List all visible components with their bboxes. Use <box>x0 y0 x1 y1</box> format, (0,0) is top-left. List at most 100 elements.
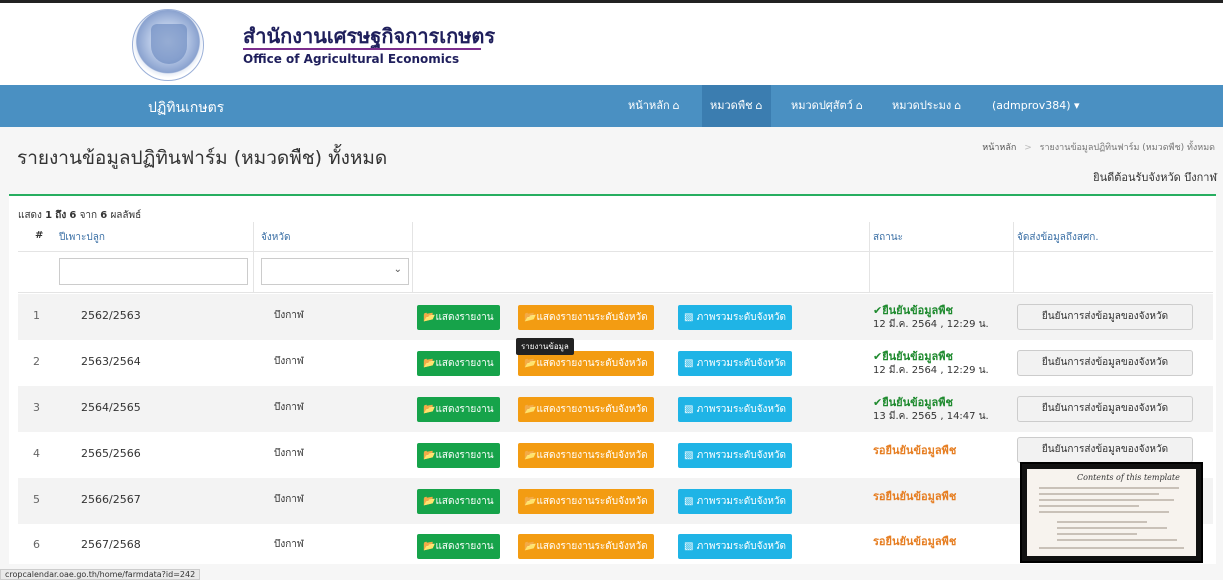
row-year: 2565/2566 <box>81 447 141 460</box>
column-divider <box>253 222 254 292</box>
folder-icon: 📂 <box>423 496 436 507</box>
preview-text-line <box>1057 521 1147 523</box>
folder-icon: 📂 <box>524 358 537 369</box>
nav-crops[interactable]: หมวดพืช ⌂ <box>702 85 771 127</box>
folder-icon: 📂 <box>423 541 436 552</box>
navbar-brand[interactable]: ปฏิทินเกษตร <box>148 97 224 119</box>
row-province: บึงกาฬ <box>274 494 304 505</box>
province-report-label: แสดงรายงานระดับจังหวัด <box>536 450 648 461</box>
province-overview-button[interactable]: ▧ ภาพรวมระดับจังหวัด <box>678 489 793 514</box>
show-report-label: แสดงรายงาน <box>435 404 494 415</box>
template-preview-overlay[interactable]: Contents of this template <box>1020 462 1203 563</box>
breadcrumb-home[interactable]: หน้าหลัก <box>982 143 1016 153</box>
confirm-send-button[interactable]: ยืนยันการส่งข้อมูลของจังหวัด <box>1017 304 1193 330</box>
folder-icon: 📂 <box>423 358 436 369</box>
row-year: 2566/2567 <box>81 493 141 506</box>
province-report-button[interactable]: 📂แสดงรายงานระดับจังหวัด <box>518 305 654 330</box>
home-icon: ⌂ <box>954 99 962 112</box>
table-row: 3 2564/2565 บึงกาฬ 📂แสดงรายงาน 📂แสดงรายงานระ… <box>18 386 1213 432</box>
breadcrumb-separator: > <box>1024 143 1032 153</box>
province-overview-button[interactable]: ▧ ภาพรวมระดับจังหวัด <box>678 443 793 468</box>
show-report-button[interactable]: 📂แสดงรายงาน <box>417 489 500 514</box>
folder-icon: 📂 <box>423 450 436 461</box>
province-report-button[interactable]: 📂แสดงรายงานระดับจังหวัด <box>518 397 654 422</box>
nav-fishery[interactable]: หมวดประมง ⌂ <box>884 85 969 127</box>
nav-home[interactable]: หน้าหลัก ⌂ <box>620 85 688 127</box>
year-filter-input[interactable] <box>59 258 248 285</box>
row-number: 3 <box>33 401 40 414</box>
count-of-word: จาก <box>79 210 98 221</box>
province-overview-button[interactable]: ▧ ภาพรวมระดับจังหวัด <box>678 397 793 422</box>
show-report-button[interactable]: 📂แสดงรายงาน <box>417 397 500 422</box>
province-overview-label: ภาพรวมระดับจังหวัด <box>696 312 787 323</box>
template-preview-title: Contents of this template <box>1077 473 1180 482</box>
province-overview-button[interactable]: ▧ ภาพรวมระดับจังหวัด <box>678 305 793 330</box>
province-overview-label: ภาพรวมระดับจังหวัด <box>696 404 787 415</box>
confirm-send-button[interactable]: ยืนยันการส่งข้อมูลของจังหวัด <box>1017 437 1193 463</box>
org-name-english: Office of Agricultural Economics <box>243 52 460 66</box>
template-preview-page: Contents of this template <box>1027 469 1196 556</box>
status-date: 13 มี.ค. 2565 , 14:47 น. <box>873 411 989 422</box>
home-icon: ⌂ <box>672 99 680 112</box>
count-prefix: แสดง <box>18 210 42 221</box>
preview-text-line <box>1039 547 1184 549</box>
confirm-send-button[interactable]: ยืนยันการส่งข้อมูลของจังหวัด <box>1017 396 1193 422</box>
header-divider <box>18 251 1213 252</box>
province-overview-label: ภาพรวมระดับจังหวัด <box>696 541 787 552</box>
preview-text-line <box>1039 487 1179 489</box>
show-report-label: แสดงรายงาน <box>435 450 494 461</box>
show-report-button[interactable]: 📂แสดงรายงาน <box>417 534 500 559</box>
row-province: บึงกาฬ <box>274 310 304 321</box>
folder-icon: 📂 <box>524 312 537 323</box>
preview-text-line <box>1039 493 1159 495</box>
nav-livestock[interactable]: หมวดปศุสัตว์ ⌂ <box>783 85 871 127</box>
province-overview-label: ภาพรวมระดับจังหวัด <box>696 450 787 461</box>
folder-icon: 📂 <box>524 450 537 461</box>
row-year: 2564/2565 <box>81 401 141 414</box>
user-name: (admprov384) <box>992 99 1071 112</box>
nav-crops-label: หมวดพืช <box>710 99 753 112</box>
folder-icon: 📂 <box>524 541 537 552</box>
province-report-button[interactable]: 📂แสดงรายงานระดับจังหวัด <box>518 443 654 468</box>
user-menu[interactable]: (admprov384) ▾ <box>984 85 1088 127</box>
main-navbar: ปฏิทินเกษตร หน้าหลัก ⌂ หมวดพืช ⌂ หมวดปศุสั… <box>0 85 1223 127</box>
row-number: 5 <box>33 493 40 506</box>
link-status-bar: cropcalendar.oae.go.th/home/farmdata?id=… <box>0 569 201 580</box>
status-pending: รอยืนยันข้อมูลพืช <box>873 535 957 548</box>
show-report-label: แสดงรายงาน <box>435 358 494 369</box>
province-report-button[interactable]: 📂แสดงรายงานระดับจังหวัด <box>518 489 654 514</box>
row-province: บึงกาฬ <box>274 356 304 367</box>
show-report-button[interactable]: 📂แสดงรายงาน <box>417 443 500 468</box>
column-divider <box>1013 222 1014 292</box>
province-report-button[interactable]: 📂แสดงรายงานระดับจังหวัด <box>518 534 654 559</box>
status-date: 12 มี.ค. 2564 , 12:29 น. <box>873 319 989 330</box>
welcome-message: ยินดีต้อนรับจังหวัด บึงกาฬ <box>1093 171 1217 184</box>
header-year[interactable]: ปีเพาะปลูก <box>59 230 105 245</box>
row-number: 2 <box>33 355 40 368</box>
show-report-label: แสดงรายงาน <box>435 496 494 507</box>
row-year: 2562/2563 <box>81 309 141 322</box>
show-report-button[interactable]: 📂แสดงรายงาน <box>417 305 500 330</box>
header-province[interactable]: จังหวัด <box>261 230 290 245</box>
status-pending: รอยืนยันข้อมูลพืช <box>873 490 957 503</box>
home-icon: ⌂ <box>855 99 863 112</box>
nav-livestock-label: หมวดปศุสัตว์ <box>791 99 853 112</box>
province-overview-button[interactable]: ▧ ภาพรวมระดับจังหวัด <box>678 534 793 559</box>
confirm-send-button[interactable]: ยืนยันการส่งข้อมูลของจังหวัด <box>1017 350 1193 376</box>
show-report-button[interactable]: 📂แสดงรายงาน <box>417 351 500 376</box>
preview-text-line <box>1039 499 1174 501</box>
preview-text-line <box>1057 533 1137 535</box>
province-overview-button[interactable]: ▧ ภาพรวมระดับจังหวัด <box>678 351 793 376</box>
header-send[interactable]: จัดส่งข้อมูลถึงสศก. <box>1017 230 1099 245</box>
show-report-label: แสดงรายงาน <box>435 312 494 323</box>
province-filter-select[interactable]: ⌄ <box>261 258 409 285</box>
folder-icon: 📂 <box>524 404 537 415</box>
row-province: บึงกาฬ <box>274 402 304 413</box>
result-count: แสดง 1 ถึง 6 จาก 6 ผลลัพธ์ <box>18 208 141 223</box>
oae-logo[interactable] <box>132 9 204 81</box>
header-status[interactable]: สถานะ <box>873 230 903 245</box>
province-report-label: แสดงรายงานระดับจังหวัด <box>536 541 648 552</box>
page-title: รายงานข้อมูลปฏิทินฟาร์ม (หมวดพืช) ทั้งหม… <box>17 147 388 169</box>
home-icon: ⌂ <box>755 99 763 112</box>
column-divider <box>412 222 413 292</box>
